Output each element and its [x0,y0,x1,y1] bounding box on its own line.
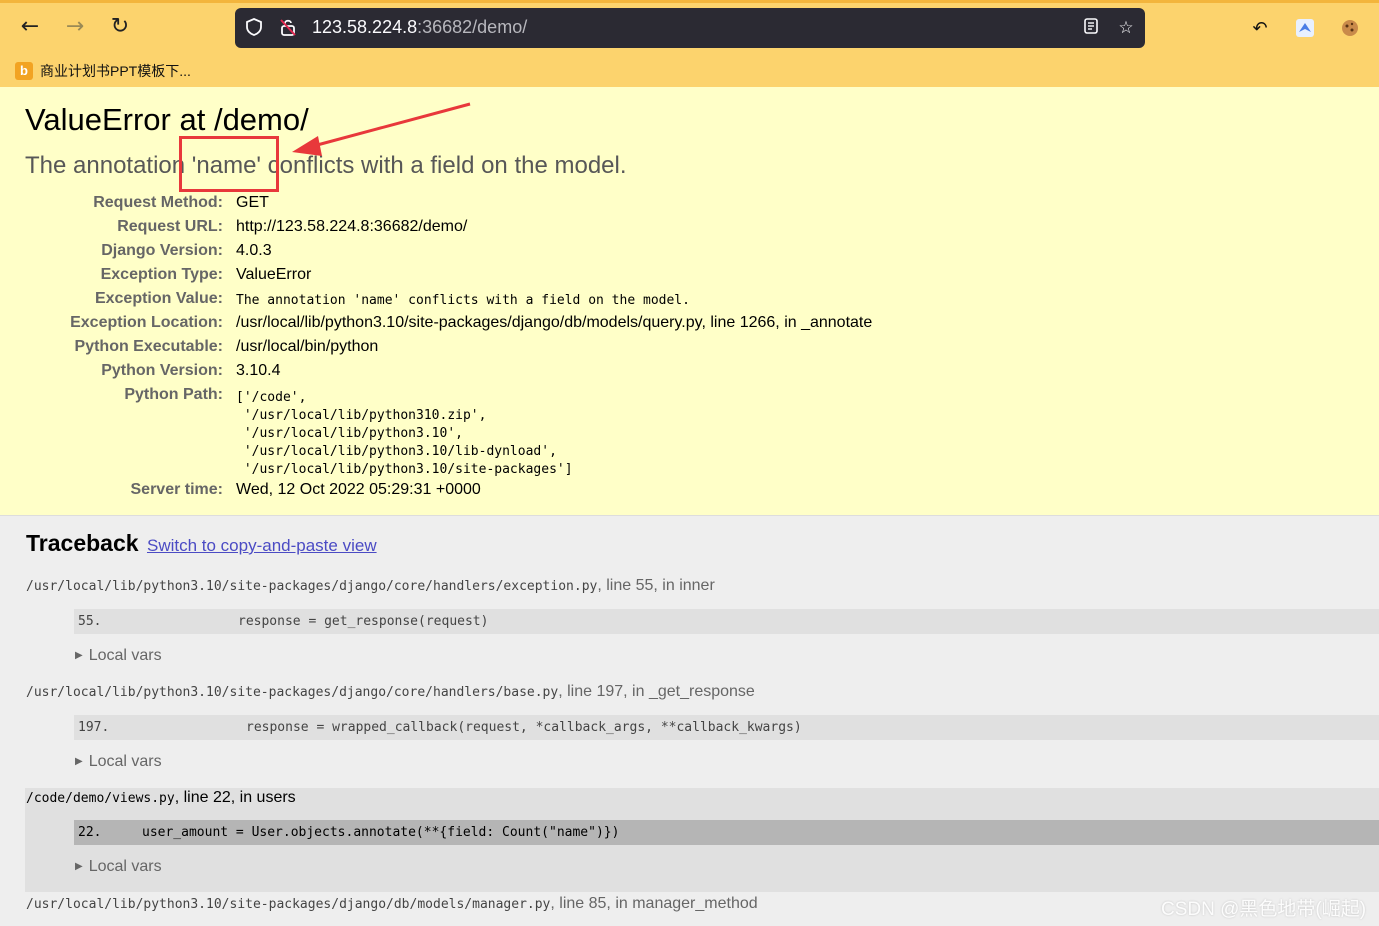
meta-key: Exception Value: [94,290,223,307]
meta-key: Request Method: [93,194,223,211]
local-vars-label: Local vars [88,753,162,770]
cookie-icon[interactable] [1339,18,1361,40]
context-line[interactable]: 22. user_amount = User.objects.annotate(*… [74,820,1379,845]
meta-key: Python Version: [101,362,223,379]
bookmark-item[interactable]: b 商业计划书PPT模板下... [15,61,191,81]
frame-location: , line 197, in _get_response [558,683,755,700]
expand-triangle-icon: ▶ [75,756,83,767]
code-text: response = get_response(request) [238,614,489,629]
browser-toolbar: ← → ↻ 123.58.224.8:36682/demo/ ☆ ↶ [0,0,1379,55]
meta-value: Wed, 12 Oct 2022 05:29:31 +0000 [236,481,481,498]
local-vars-toggle[interactable]: ▶ Local vars [75,647,162,665]
bookmark-label: 商业计划书PPT模板下... [40,63,191,79]
extension-bird-icon[interactable] [1294,18,1316,40]
meta-value: ValueError [236,266,312,283]
reader-view-icon[interactable] [1080,17,1102,39]
frame-path: /usr/local/lib/python3.10/site-packages/… [26,897,551,912]
frame-file: /code/demo/views.py, line 22, in users [26,789,296,807]
copy-paste-view-link[interactable]: Switch to copy-and-paste view [147,536,377,555]
reload-icon[interactable]: ↻ [108,15,132,39]
meta-value: GET [236,194,269,211]
expand-triangle-icon: ▶ [75,650,83,661]
page-title: ValueError at /demo/ [25,102,309,137]
meta-key: Exception Location: [70,314,223,331]
traceback-header: Traceback Switch to copy-and-paste view [26,530,377,557]
bookmarks-bar: b 商业计划书PPT模板下... [0,55,1379,87]
exception-message: The annotation 'name' conflicts with a f… [25,152,627,179]
code-text: user_amount = User.objects.annotate(**{f… [142,825,620,840]
frame-file: /usr/local/lib/python3.10/site-packages/… [26,577,715,595]
meta-value: /usr/local/bin/python [236,338,379,355]
context-line[interactable]: 55. response = get_response(request) [74,609,1379,634]
watermark: CSDN @黑色地带(崛起) [1161,899,1367,920]
meta-value: 4.0.3 [236,242,272,259]
line-number: 197. [78,720,110,735]
line-number: 55. [78,614,102,629]
local-vars-toggle[interactable]: ▶ Local vars [75,858,162,876]
frame-location: , line 85, in manager_method [550,895,758,912]
shield-icon[interactable] [243,17,265,39]
expand-triangle-icon: ▶ [75,861,83,872]
frame-file: /usr/local/lib/python3.10/site-packages/… [26,683,755,701]
context-line[interactable]: 197. response = wrapped_callback(request,… [74,715,1379,740]
meta-key: Request URL: [117,218,223,235]
frame-file: /usr/local/lib/python3.10/site-packages/… [26,895,758,913]
bookmark-star-icon[interactable]: ☆ [1115,17,1137,39]
meta-value: 3.10.4 [236,362,281,379]
traceback-title: Traceback [26,530,139,556]
url-text[interactable]: 123.58.224.8:36682/demo/ [312,17,527,38]
code-text: response = wrapped_callback(request, *ca… [246,720,802,735]
address-bar[interactable]: 123.58.224.8:36682/demo/ ☆ [235,8,1145,48]
meta-value: http://123.58.224.8:36682/demo/ [236,218,468,235]
frame-path: /code/demo/views.py [26,791,175,806]
undo-icon[interactable]: ↶ [1249,18,1271,40]
insecure-lock-icon[interactable] [277,17,299,39]
meta-key: Server time: [130,481,224,498]
meta-key: Python Executable: [74,338,223,355]
python-path-value: ['/code', '/usr/local/lib/python310.zip'… [236,390,573,477]
frame-location: , line 55, in inner [597,577,715,594]
local-vars-label: Local vars [88,647,162,664]
meta-key: Django Version: [101,242,223,259]
frame-path: /usr/local/lib/python3.10/site-packages/… [26,579,598,594]
line-number: 22. [78,825,102,840]
frame-path: /usr/local/lib/python3.10/site-packages/… [26,685,559,700]
local-vars-label: Local vars [88,858,162,875]
forward-arrow-icon[interactable]: → [63,15,87,39]
meta-key: Python Path: [124,386,223,403]
bookmark-favicon-icon: b [15,62,33,80]
back-arrow-icon[interactable]: ← [18,15,42,39]
local-vars-toggle[interactable]: ▶ Local vars [75,753,162,771]
meta-value: /usr/local/lib/python3.10/site-packages/… [236,314,873,331]
frame-location: , line 22, in users [174,789,296,806]
meta-key: Exception Type: [100,266,223,283]
meta-value: The annotation 'name' conflicts with a f… [236,293,690,308]
annotation-highlight-box [179,136,279,192]
